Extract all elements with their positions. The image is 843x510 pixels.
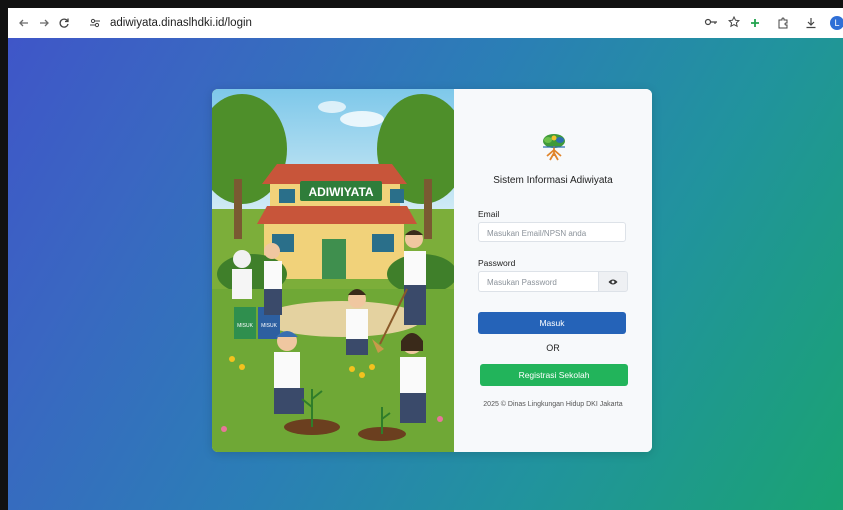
password-field-wrapper	[478, 271, 598, 292]
password-label: Password	[478, 258, 516, 268]
address-bar[interactable]: adiwiyata.dinaslhdki.id/login	[84, 13, 748, 33]
illustration-sign: ADIWIYATA	[308, 185, 373, 199]
eye-icon[interactable]	[598, 271, 628, 292]
puzzle-icon[interactable]	[774, 14, 792, 32]
download-icon[interactable]	[802, 14, 820, 32]
address-bar-actions	[704, 13, 741, 33]
login-form: Sistem Informasi Adiwiyata Email Passwor…	[454, 89, 652, 452]
back-icon[interactable]	[14, 13, 34, 33]
password-field[interactable]	[479, 273, 598, 292]
login-card: ADIWIYATA MISUK MISUK Sistem Informasi A…	[212, 89, 652, 452]
register-school-button[interactable]: Registrasi Sekolah	[480, 364, 628, 386]
email-label: Email	[478, 209, 500, 219]
app-title: Sistem Informasi Adiwiyata	[493, 175, 613, 186]
screen-frame: adiwiyata.dinaslhdki.id/login L ADIWIYAT…	[0, 0, 843, 510]
email-field[interactable]	[479, 224, 625, 243]
password-group	[478, 271, 628, 292]
forward-icon[interactable]	[34, 13, 54, 33]
extension-area: L	[746, 13, 843, 33]
adiwiyata-logo	[539, 132, 569, 162]
login-button[interactable]: Masuk	[478, 312, 626, 334]
page-background: ADIWIYATA MISUK MISUK Sistem Informasi A…	[8, 38, 843, 510]
or-divider: OR	[546, 343, 560, 353]
browser-toolbar: adiwiyata.dinaslhdki.id/login L	[8, 8, 843, 39]
bin-label-left: MISUK	[237, 323, 254, 329]
plus-extension-icon[interactable]	[746, 14, 764, 32]
adiwiyata-illustration: ADIWIYATA MISUK MISUK	[212, 89, 454, 452]
reload-icon[interactable]	[54, 13, 74, 33]
browser-window: adiwiyata.dinaslhdki.id/login L ADIWIYAT…	[8, 8, 843, 510]
profile-avatar[interactable]: L	[830, 16, 843, 30]
email-field-wrapper	[478, 222, 626, 243]
key-icon[interactable]	[704, 16, 718, 30]
footer-copyright: 2025 © Dinas Lingkungan Hidup DKI Jakart…	[483, 401, 623, 408]
site-info-icon[interactable]	[86, 14, 104, 32]
url-text[interactable]: adiwiyata.dinaslhdki.id/login	[110, 17, 252, 29]
star-icon[interactable]	[727, 15, 741, 31]
nav-buttons	[14, 13, 74, 33]
bin-label-right: MISUK	[261, 323, 278, 329]
